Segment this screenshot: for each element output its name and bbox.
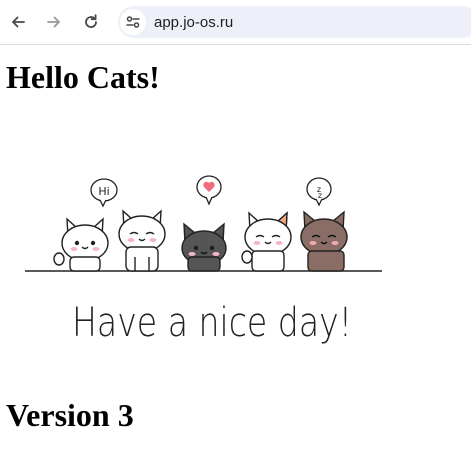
browser-toolbar: app.jo-os.ru: [0, 0, 471, 45]
reload-button[interactable]: [78, 9, 104, 35]
cat-3: [181, 222, 227, 272]
svg-text:z: z: [318, 191, 322, 200]
page-title: Hello Cats!: [6, 59, 160, 95]
cat-1: [53, 217, 109, 272]
page-content: Hello Cats! Hi z z Have a nice day! Vers…: [0, 45, 471, 461]
arrow-right-icon: [47, 16, 60, 28]
tune-icon[interactable]: [120, 9, 146, 35]
speech-bubble-zz: z z: [306, 177, 332, 207]
speech-bubble-hi: Hi: [90, 178, 118, 208]
speech-bubble-heart: [196, 175, 222, 206]
reload-icon: [85, 14, 97, 28]
forward-button[interactable]: [41, 9, 67, 35]
url-text[interactable]: app.jo-os.ru: [154, 14, 233, 31]
cats-illustration: Hi z z Have a nice day!: [25, 175, 382, 346]
image-caption: Have a nice day!: [72, 300, 352, 346]
arrow-left-icon: [12, 16, 25, 28]
cat-5: [300, 210, 348, 272]
cat-2: [118, 209, 166, 272]
address-bar[interactable]: app.jo-os.ru: [118, 6, 471, 38]
back-button[interactable]: [5, 9, 31, 35]
cat-4: [241, 211, 292, 272]
svg-text:Hi: Hi: [98, 185, 109, 198]
version-heading: Version 3: [6, 397, 134, 433]
